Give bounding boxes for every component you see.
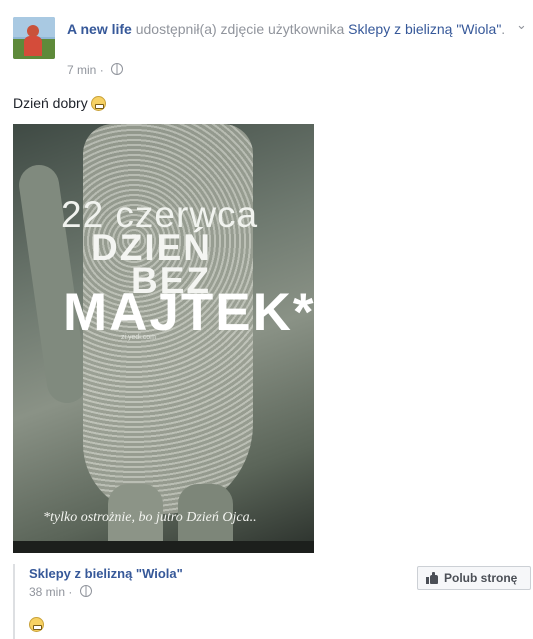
author-avatar[interactable]: [13, 17, 55, 59]
avatar-person-body: [24, 36, 42, 56]
feed-post: A new life udostępnił(a) zdjęcie użytkow…: [0, 0, 533, 639]
post-meta: 7 min ·: [67, 62, 124, 78]
author-link[interactable]: A new life: [67, 21, 132, 37]
post-message-text: Dzień dobry: [13, 95, 88, 111]
thumbs-up-icon-cuff: [426, 577, 429, 584]
shared-page-link[interactable]: Sklepy z bielizną "Wiola": [348, 21, 501, 37]
photo-footnote: *tylko ostrożnie, bo jutro Dzień Ojca..: [43, 510, 257, 525]
globe-icon[interactable]: [111, 63, 124, 75]
shared-timestamp[interactable]: 38 min: [29, 585, 65, 599]
photo-text-line4: MAJTEK*: [63, 283, 314, 342]
header-period: .: [501, 21, 506, 37]
shared-meta-separator: ·: [68, 585, 73, 599]
thumbs-up-icon-thumb: [432, 572, 435, 577]
grin-emoji-face: [29, 617, 44, 632]
action-text: udostępnił(a) zdjęcie użytkownika: [135, 21, 345, 37]
photo-watermark: zi.yedi.com: [121, 334, 157, 341]
post-message: Dzień dobry: [13, 93, 106, 113]
post-header: A new life udostępnił(a) zdjęcie użytkow…: [67, 19, 507, 39]
meta-separator: ·: [99, 63, 104, 77]
globe-icon[interactable]: [79, 585, 92, 597]
post-timestamp[interactable]: 7 min: [67, 63, 96, 77]
like-page-button[interactable]: Polub stronę: [417, 566, 531, 590]
grin-emoji-icon: [29, 616, 44, 634]
chevron-down-icon[interactable]: ⌄: [516, 18, 530, 32]
thumbs-up-icon: [426, 572, 438, 584]
shared-page-name[interactable]: Sklepy z bielizną "Wiola": [29, 566, 183, 582]
smiley-emoji-icon: [90, 96, 106, 111]
like-page-label: Polub stronę: [444, 571, 518, 585]
shared-meta: 38 min ·: [29, 584, 92, 600]
post-photo[interactable]: 22 czerwca DZIEŃ BEZ MAJTEK* zi.yedi.com…: [13, 124, 314, 553]
photo-bottom-band: [13, 541, 314, 553]
